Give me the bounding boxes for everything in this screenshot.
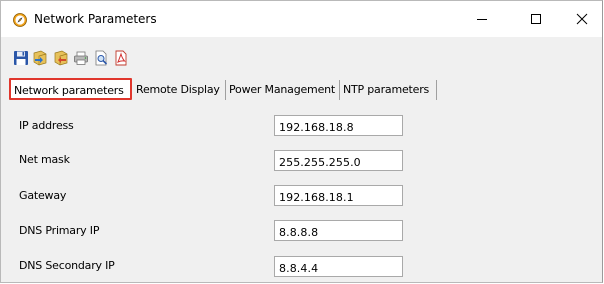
tab-ntp-parameters[interactable]: NTP parameters	[340, 80, 437, 100]
ip-address-field[interactable]	[274, 115, 403, 136]
floppy-disk-icon	[14, 51, 28, 65]
close-icon	[576, 13, 588, 25]
tab-network-parameters[interactable]: Network parameters	[9, 78, 132, 100]
net-mask-field[interactable]	[274, 150, 403, 171]
toolbar	[1, 37, 602, 77]
network-parameters-panel: IP address Net mask Gateway DNS Primary …	[1, 101, 602, 282]
ip-address-label: IP address	[19, 119, 74, 132]
import-button[interactable]	[32, 50, 48, 66]
dns-primary-ip-label: DNS Primary IP	[19, 224, 100, 237]
print-preview-button[interactable]	[93, 50, 109, 66]
save-button[interactable]	[13, 50, 29, 66]
title-bar[interactable]: Network Parameters	[1, 1, 602, 37]
print-preview-icon	[95, 50, 108, 66]
pdf-button[interactable]	[113, 50, 129, 66]
import-icon	[33, 50, 47, 66]
compass-icon	[13, 13, 27, 27]
export-icon	[54, 50, 68, 66]
minimize-icon	[477, 19, 487, 20]
net-mask-label: Net mask	[19, 153, 70, 166]
dns-primary-ip-field[interactable]	[274, 220, 403, 241]
minimize-button[interactable]	[459, 6, 505, 32]
export-button[interactable]	[53, 50, 69, 66]
dns-secondary-ip-field[interactable]	[274, 256, 403, 277]
print-button[interactable]	[73, 50, 89, 66]
tab-strip: Network parameters Remote Display Power …	[1, 77, 602, 102]
maximize-button[interactable]	[513, 6, 559, 32]
close-button[interactable]	[559, 6, 604, 32]
dns-secondary-ip-label: DNS Secondary IP	[19, 259, 115, 272]
pdf-icon	[115, 50, 127, 66]
gateway-label: Gateway	[19, 189, 67, 202]
network-parameters-window: Network Parameters Network parameters Re…	[0, 0, 603, 283]
printer-icon	[74, 51, 88, 65]
window-title: Network Parameters	[34, 12, 157, 26]
tab-remote-display[interactable]: Remote Display	[133, 80, 226, 100]
gateway-field[interactable]	[274, 185, 403, 206]
maximize-icon	[531, 14, 541, 24]
tab-power-management[interactable]: Power Management	[226, 80, 340, 100]
